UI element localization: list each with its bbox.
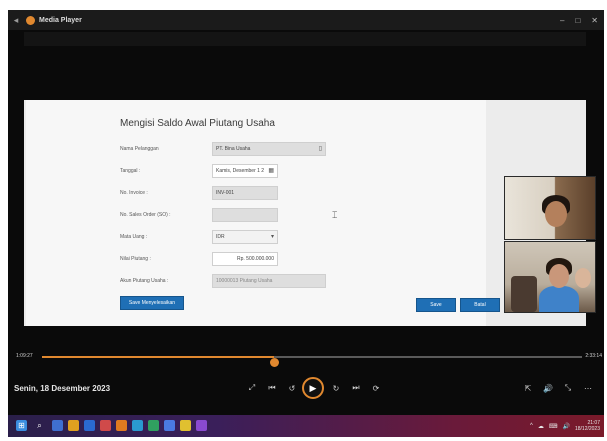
currency-dropdown[interactable]: IDR ▾ [212,230,278,244]
seek-bar-row: 1:09:27 2:33:14 [8,350,604,367]
app-icon [26,15,35,25]
fullscreen-left-icon[interactable]: ⤢ [244,380,260,396]
maximize-button[interactable]: □ [575,16,580,25]
more-icon[interactable]: ⋯ [580,380,596,396]
field-label: Tanggal : [120,168,141,174]
video-frame[interactable]: Mengisi Saldo Awal Piutang Usaha Nama Pe… [24,100,596,326]
cast-icon[interactable]: ⇱ [520,380,536,396]
chevron-down-icon: ▾ [270,234,274,240]
amount-input[interactable]: Rp. 500.000.000 [212,252,278,266]
field-row-amount: Nilai Piutang : Rp. 500.000.000 [120,252,278,266]
field-row-date: Tanggal : Kamis, Desember 1 2 ▦ [120,164,278,178]
search-icon[interactable]: ⌕ [34,420,45,431]
field-row-account: Akun Piutang Usaha : 10000013 Piutang Us… [120,274,326,288]
mouse-cursor-icon: ⌶ [332,210,338,220]
field-row-invoice: No. Invoice : INV-001 [120,186,278,200]
customer-select[interactable]: PT. Bina Usaha ▯ [212,142,326,156]
taskbar-app-icon[interactable] [196,420,207,431]
calendar-icon: ▦ [268,168,274,174]
taskbar-app-icon[interactable] [164,420,175,431]
invoice-input[interactable]: INV-001 [212,186,278,200]
minimize-button[interactable]: – [560,16,564,25]
playback-controls: Senin, 18 Desember 2023 ⤢ ⏮ ↺ ▶ ↻ ⏭ ⟳ ⇱ … [8,374,604,402]
back-icon[interactable]: ◂ [8,15,24,26]
seek-bar[interactable] [42,356,582,367]
participant-body [539,286,579,312]
participant-video-2[interactable] [504,241,596,313]
volume-tray-icon[interactable]: 🔊 [562,423,569,430]
participant-face-secondary [575,268,591,288]
participant-background-figure [511,276,537,312]
expand-icon[interactable]: ⤡ [560,380,576,396]
forward-icon[interactable]: ↻ [328,380,344,396]
field-row-sales-order: No. Sales Order (SO) : [120,208,278,222]
date-picker[interactable]: Kamis, Desember 1 2 ▦ [212,164,278,178]
account-field: 10000013 Piutang Usaha [212,274,326,288]
next-icon[interactable]: ⏭ [348,380,364,396]
window-title: Media Player [39,16,82,24]
participant-face [545,201,567,227]
play-button[interactable]: ▶ [302,377,324,399]
video-title: Senin, 18 Desember 2023 [14,384,111,393]
tray-overflow-icon[interactable]: ^ [530,423,533,429]
window-controls: – □ ✕ [560,10,598,30]
field-label: No. Invoice : [120,190,148,196]
taskbar: ⊞ ⌕ ^ ☁ ⌨ 🔊 21:07 18/12/2023 [8,415,604,437]
field-label: Nilai Piutang : [120,256,151,262]
seek-bar-progress [42,356,275,358]
taskbar-app-icon[interactable] [180,420,191,431]
field-row-customer: Nama Pelanggan PT. Bina Usaha ▯ [120,142,326,156]
system-clock[interactable]: 21:07 18/12/2023 [575,420,600,432]
screen: ◂ Media Player – □ ✕ Mengisi Saldo Awal … [0,0,607,441]
participant-face [549,264,569,288]
cancel-button[interactable]: Batal [460,298,500,312]
keyboard-icon[interactable]: ⌨ [549,423,558,430]
repeat-icon[interactable]: ⟳ [368,380,384,396]
media-player-window: ◂ Media Player – □ ✕ Mengisi Saldo Awal … [8,10,604,415]
save-close-button[interactable]: Save Menyelesaikan [120,296,184,310]
current-time: 1:09:27 [16,353,33,359]
select-icon: ▯ [318,146,322,152]
field-label: No. Sales Order (SO) : [120,212,171,218]
taskbar-app-icon[interactable] [52,420,63,431]
field-label: Akun Piutang Usaha : [120,278,169,284]
taskbar-app-icon[interactable] [84,420,95,431]
taskbar-app-icon[interactable] [132,420,143,431]
close-button[interactable]: ✕ [591,16,598,25]
field-label: Nama Pelanggan [120,146,159,152]
volume-icon[interactable]: 🔊 [540,380,556,396]
sales-order-input[interactable] [212,208,278,222]
taskbar-app-icon[interactable] [100,420,111,431]
seek-bar-thumb[interactable] [269,358,279,367]
cloud-icon[interactable]: ☁ [538,423,544,430]
file-explorer-icon[interactable] [68,420,79,431]
toolbar-strip [24,32,586,46]
save-button[interactable]: Save [416,298,456,312]
previous-icon[interactable]: ⏮ [264,380,280,396]
taskbar-app-icon[interactable] [116,420,127,431]
taskbar-app-icon[interactable] [148,420,159,431]
recorded-form: Mengisi Saldo Awal Piutang Usaha Nama Pe… [26,100,500,326]
field-row-currency: Mata Uang : IDR ▾ [120,230,278,244]
participant-video-1[interactable] [504,176,596,240]
field-label: Mata Uang : [120,234,148,240]
system-tray: ^ ☁ ⌨ 🔊 21:07 18/12/2023 [530,418,600,434]
total-time: 2:33:14 [585,353,602,359]
title-bar: ◂ Media Player – □ ✕ [8,10,604,30]
form-title: Mengisi Saldo Awal Piutang Usaha [120,118,275,129]
windows-start-icon[interactable]: ⊞ [16,420,27,431]
rewind-icon[interactable]: ↺ [284,380,300,396]
